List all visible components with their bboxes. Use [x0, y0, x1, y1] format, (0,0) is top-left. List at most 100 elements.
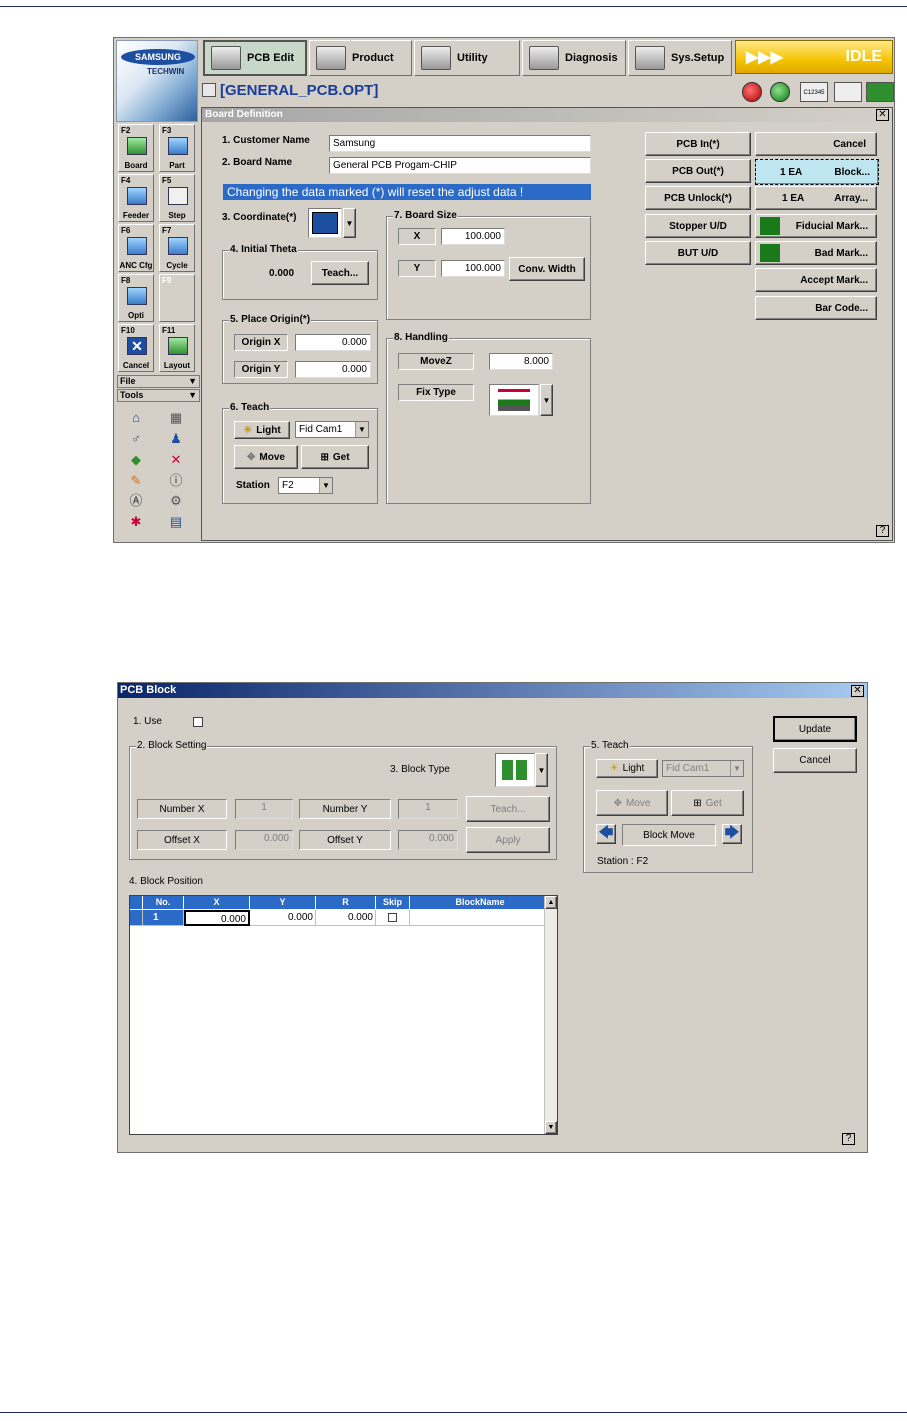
nozzle-icon[interactable]: ⚙	[168, 493, 184, 509]
board-icon[interactable]	[866, 82, 894, 102]
fix-type-select[interactable]	[489, 384, 539, 416]
offset-x-input[interactable]: 0.000	[235, 830, 293, 850]
cell-skip[interactable]	[376, 910, 410, 926]
table-icon[interactable]: ▦	[168, 410, 184, 426]
theta-teach-button[interactable]: Teach...	[311, 261, 369, 285]
origin-x-input[interactable]: 0.000	[295, 334, 371, 351]
fkey-anc-cfg[interactable]: F6 ANC Cfg	[118, 224, 154, 272]
col-no[interactable]: No.	[143, 896, 184, 909]
number-x-input[interactable]: 1	[235, 799, 293, 819]
fkey-part[interactable]: F3 Part	[159, 124, 195, 172]
teach-move-button[interactable]: ✥ Move	[234, 445, 298, 469]
camera-select[interactable]: Fid Cam1 ▼	[295, 421, 369, 438]
col-y[interactable]: Y	[250, 896, 316, 909]
conv-width-button[interactable]: Conv. Width	[509, 257, 585, 281]
cancel-button[interactable]: Cancel	[755, 132, 877, 156]
cell-blockname[interactable]	[410, 910, 551, 926]
grid-scrollbar[interactable]: ▲ ▼	[544, 896, 557, 1134]
coordinate-select[interactable]	[308, 208, 342, 238]
cell-r[interactable]: 0.000	[316, 910, 376, 926]
scroll-down-icon[interactable]: ▼	[545, 1121, 557, 1134]
block-next-button[interactable]: 🡆	[722, 824, 742, 844]
apply-button[interactable]: Apply	[466, 827, 550, 853]
fix-type-dropdown[interactable]: ▼	[540, 384, 553, 416]
fkey-opti[interactable]: F8 Opti	[118, 274, 154, 322]
dialog-close-button[interactable]: ✕	[851, 685, 864, 697]
use-checkbox[interactable]	[193, 717, 203, 727]
block-type-select[interactable]	[495, 753, 535, 787]
bar-code-button[interactable]: Bar Code...	[755, 296, 877, 320]
pcb-in-button[interactable]: PCB In(*)	[645, 132, 751, 156]
stopper-ud-button[interactable]: Stopper U/D	[645, 214, 751, 238]
scroll-up-icon[interactable]: ▲	[545, 896, 557, 909]
home-icon[interactable]: ⌂	[128, 410, 144, 426]
start-light-icon[interactable]	[770, 82, 790, 102]
block-light-button[interactable]: ☀ Light	[596, 759, 658, 778]
offset-y-input[interactable]: 0.000	[398, 830, 458, 850]
fkey-feeder[interactable]: F4 Feeder	[118, 174, 154, 222]
array-button[interactable]: 1 EA Array...	[755, 186, 877, 210]
alarm-icon[interactable]: ✱	[128, 514, 144, 530]
help-button[interactable]: ?	[876, 525, 889, 537]
block-move-button[interactable]: ✥ Move	[596, 790, 668, 816]
menu-tools[interactable]: Tools ▼	[117, 389, 200, 402]
block-camera-select[interactable]: Fid Cam1 ▼	[662, 760, 744, 777]
report-icon[interactable]: ▤	[168, 514, 184, 530]
skip-checkbox[interactable]	[388, 913, 397, 922]
pcb-unlock-button[interactable]: PCB Unlock(*)	[645, 186, 751, 210]
pcb-icon[interactable]: ◆	[128, 452, 144, 468]
menu-file[interactable]: File ▼	[117, 375, 200, 388]
number-y-input[interactable]: 1	[398, 799, 458, 819]
fiducial-mark-button[interactable]: Fiducial Mark...	[755, 214, 877, 238]
block-get-button[interactable]: ⊞ Get	[671, 790, 744, 816]
board-name-input[interactable]: General PCB Progam-CHIP	[329, 157, 591, 174]
tab-pcb-edit[interactable]: PCB Edit	[203, 40, 307, 76]
tab-sys-setup[interactable]: Sys.Setup	[628, 40, 732, 76]
board-size-y-input[interactable]: 100.000	[441, 260, 505, 277]
but-ud-button[interactable]: BUT U/D	[645, 241, 751, 265]
trash-icon[interactable]: Ⓐ	[128, 493, 144, 509]
cell-y[interactable]: 0.000	[250, 910, 316, 926]
user-icon[interactable]: ♟	[168, 431, 184, 447]
col-r[interactable]: R	[316, 896, 376, 909]
tab-utility[interactable]: Utility	[414, 40, 520, 76]
coordinate-dropdown[interactable]: ▼	[343, 208, 356, 238]
barcode-icon[interactable]: C12345	[800, 82, 828, 102]
tab-diagnosis[interactable]: Diagnosis	[522, 40, 626, 76]
bad-mark-button[interactable]: Bad Mark...	[755, 241, 877, 265]
row-selector[interactable]	[130, 910, 143, 926]
col-x[interactable]: X	[184, 896, 250, 909]
fkey-f9[interactable]: F9	[159, 274, 195, 322]
customer-name-input[interactable]: Samsung	[329, 135, 591, 152]
teach-get-button[interactable]: ⊞ Get	[301, 445, 369, 469]
accept-mark-button[interactable]: Accept Mark...	[755, 268, 877, 292]
fkey-step[interactable]: F5 Step	[159, 174, 195, 222]
block-prev-button[interactable]: 🡄	[596, 824, 616, 844]
block-type-dropdown[interactable]: ▼	[535, 753, 548, 787]
tab-product[interactable]: Product	[309, 40, 412, 76]
pcb-out-button[interactable]: PCB Out(*)	[645, 159, 751, 183]
dialog-help-button[interactable]: ?	[842, 1133, 855, 1145]
block-button[interactable]: 1 EA Block...	[755, 159, 879, 185]
pen-icon[interactable]: ✎	[128, 473, 144, 489]
station-select[interactable]: F2 ▼	[278, 477, 333, 494]
axis-icon[interactable]: ✕	[168, 452, 184, 468]
cell-x[interactable]: 0.000	[184, 910, 250, 926]
stop-light-icon[interactable]	[742, 82, 762, 102]
info-icon[interactable]: ⓘ	[168, 473, 184, 489]
fkey-layout[interactable]: F11 Layout	[159, 324, 195, 372]
origin-y-input[interactable]: 0.000	[295, 361, 371, 378]
col-blockname[interactable]: BlockName	[410, 896, 551, 909]
block-teach-button[interactable]: Teach...	[466, 796, 550, 822]
movez-input[interactable]: 8.000	[489, 353, 553, 370]
tool-icon[interactable]: ♂	[128, 431, 144, 447]
fkey-board[interactable]: F2 Board	[118, 124, 154, 172]
update-button[interactable]: Update	[773, 716, 857, 742]
light-button[interactable]: ☀ Light	[234, 421, 290, 439]
cell-no[interactable]: 1	[143, 910, 184, 926]
camera-icon[interactable]	[834, 82, 862, 102]
col-skip[interactable]: Skip	[376, 896, 410, 909]
panel-close-button[interactable]: ✕	[876, 109, 889, 121]
fkey-cycle[interactable]: F7 Cycle	[159, 224, 195, 272]
dialog-cancel-button[interactable]: Cancel	[773, 748, 857, 773]
